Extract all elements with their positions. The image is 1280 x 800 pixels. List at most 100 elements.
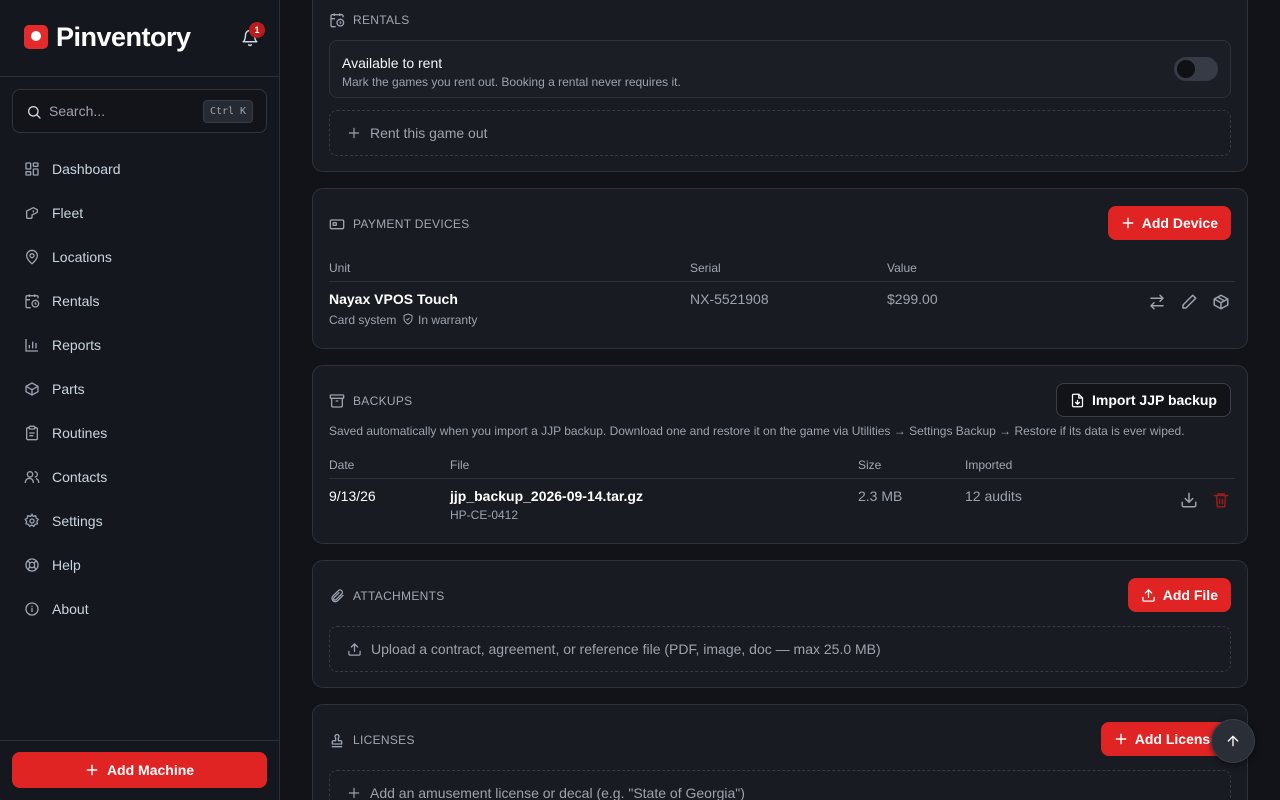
sidebar-item-label: Reports [52,337,102,353]
sidebar-item-locations[interactable]: Locations [12,235,268,279]
paperclip-icon [331,589,344,603]
sidebar-item-reports[interactable]: Reports [12,323,268,367]
download-icon[interactable] [1180,491,1198,509]
add-machine-label: Add Machine [106,762,195,778]
column-header-size: Size [858,458,882,472]
sidebar-item-label: Rentals [52,293,100,309]
section-title: ATTACHMENTS [353,589,445,603]
divider [329,478,1235,479]
life-buoy-icon [25,558,39,572]
section-header: BACKUPS [329,393,412,409]
scroll-to-top-button[interactable] [1211,719,1255,763]
sidebar-item-label: Routines [52,425,108,441]
sidebar-item-label: Dashboard [52,161,121,177]
column-header-file: File [450,458,470,472]
box-icon [25,382,39,396]
sidebar-item-about[interactable]: About [12,587,268,631]
divider [0,76,279,77]
gear-icon [24,513,40,528]
backup-imported: 12 audits [965,488,1022,504]
section-title: RENTALS [353,13,410,27]
sidebar-item-fleet[interactable]: Fleet [12,191,268,235]
brand-name: Pinventory [56,21,191,52]
device-type: Card system [329,313,397,327]
add-license-hint: Add an amusement license or decal (e.g. … [370,785,745,800]
sidebar-item-label: Parts [52,381,85,397]
section-title: LICENSES [353,733,415,747]
upload-icon [1142,588,1155,602]
pencil-icon[interactable] [1180,293,1198,311]
sidebar-item-settings[interactable]: Settings [12,499,268,543]
sidebar-item-label: About [52,601,89,617]
map-pin-icon [25,249,39,265]
section-title: PAYMENT DEVICES [353,217,470,231]
sidebar-item-parts[interactable]: Parts [12,367,268,411]
upload-hint: Upload a contract, agreement, or referen… [371,641,881,657]
rental-availability-row: Available to rent Mark the games you ren… [329,40,1231,98]
sidebar: Pinventory 1 Search... Ctrl K Dashboard … [0,0,280,800]
trash-icon[interactable] [1212,491,1230,509]
plus-icon [1115,733,1127,745]
device-unit: Nayax VPOS Touch [329,291,458,307]
column-header-value: Value [887,261,917,275]
bar-chart-icon [25,339,38,352]
sidebar-item-rentals[interactable]: Rentals [12,279,268,323]
sidebar-item-label: Settings [52,513,103,529]
pinball-icon [26,207,38,219]
section-header: PAYMENT DEVICES [329,216,470,232]
calendar-clock-icon [25,294,40,309]
licenses-section: LICENSES Add License Add an amusement li… [312,704,1248,800]
backup-file: jjp_backup_2026-09-14.tar.gz [450,488,643,504]
brand[interactable]: Pinventory [24,22,191,52]
sidebar-item-label: Contacts [52,469,108,485]
info-icon [25,602,39,616]
section-header: LICENSES [329,732,415,748]
search-shortcut: Ctrl K [203,100,253,123]
column-header-imported: Imported [965,458,1013,472]
sidebar-item-dashboard[interactable]: Dashboard [12,147,268,191]
add-license-dropzone[interactable]: Add an amusement license or decal (e.g. … [329,770,1231,800]
transfer-icon[interactable] [1148,293,1166,311]
upload-icon [348,642,361,656]
pinventory-logo [24,25,48,49]
sidebar-item-help[interactable]: Help [12,543,268,587]
plus-icon [1122,217,1134,229]
package-icon[interactable] [1212,293,1230,311]
backups-section: BACKUPS Import JJP backup Saved automati… [312,365,1248,544]
sidebar-item-label: Locations [52,249,112,265]
arrow-up-icon [1227,735,1239,747]
backup-machine-serial: HP-CE-0412 [450,508,519,522]
plus-icon [348,127,360,139]
column-header-date: Date [329,458,355,472]
backup-size: 2.3 MB [858,488,903,504]
plus-icon [86,764,98,776]
calendar-clock-icon [330,13,345,28]
rent-game-out-button[interactable]: Rent this game out [329,110,1231,156]
attachments-section: ATTACHMENTS Add File Upload a contract, … [312,560,1248,688]
section-header: RENTALS [329,12,410,28]
rental-toggle-description: Mark the games you rent out. Booking a r… [342,75,681,89]
add-device-label: Add Device [1141,215,1218,231]
users-icon [24,471,40,483]
search-input[interactable]: Search... Ctrl K [12,89,267,133]
shield-check-icon [403,313,413,325]
add-machine-button[interactable]: Add Machine [12,752,267,788]
add-license-label: Add License [1134,731,1218,747]
clipboard-icon [26,425,38,441]
add-device-button[interactable]: Add Device [1107,206,1231,240]
stamp-icon [331,733,343,748]
sidebar-item-contacts[interactable]: Contacts [12,455,268,499]
sidebar-item-label: Fleet [52,205,84,221]
credit-card-icon [329,219,345,230]
backups-description: Saved automatically when you import a JJ… [329,424,1185,438]
import-jjp-backup-label: Import JJP backup [1091,392,1217,408]
upload-dropzone[interactable]: Upload a contract, agreement, or referen… [329,626,1231,672]
add-file-button[interactable]: Add File [1127,578,1231,612]
import-jjp-backup-button[interactable]: Import JJP backup [1055,383,1231,417]
sidebar-item-label: Help [52,557,81,573]
device-value: $299.00 [887,291,938,307]
sidebar-item-routines[interactable]: Routines [12,411,268,455]
search-placeholder: Search... [49,103,106,119]
payment-devices-section: PAYMENT DEVICES Add Device Unit Serial V… [312,188,1248,349]
available-to-rent-toggle[interactable] [1174,57,1218,81]
